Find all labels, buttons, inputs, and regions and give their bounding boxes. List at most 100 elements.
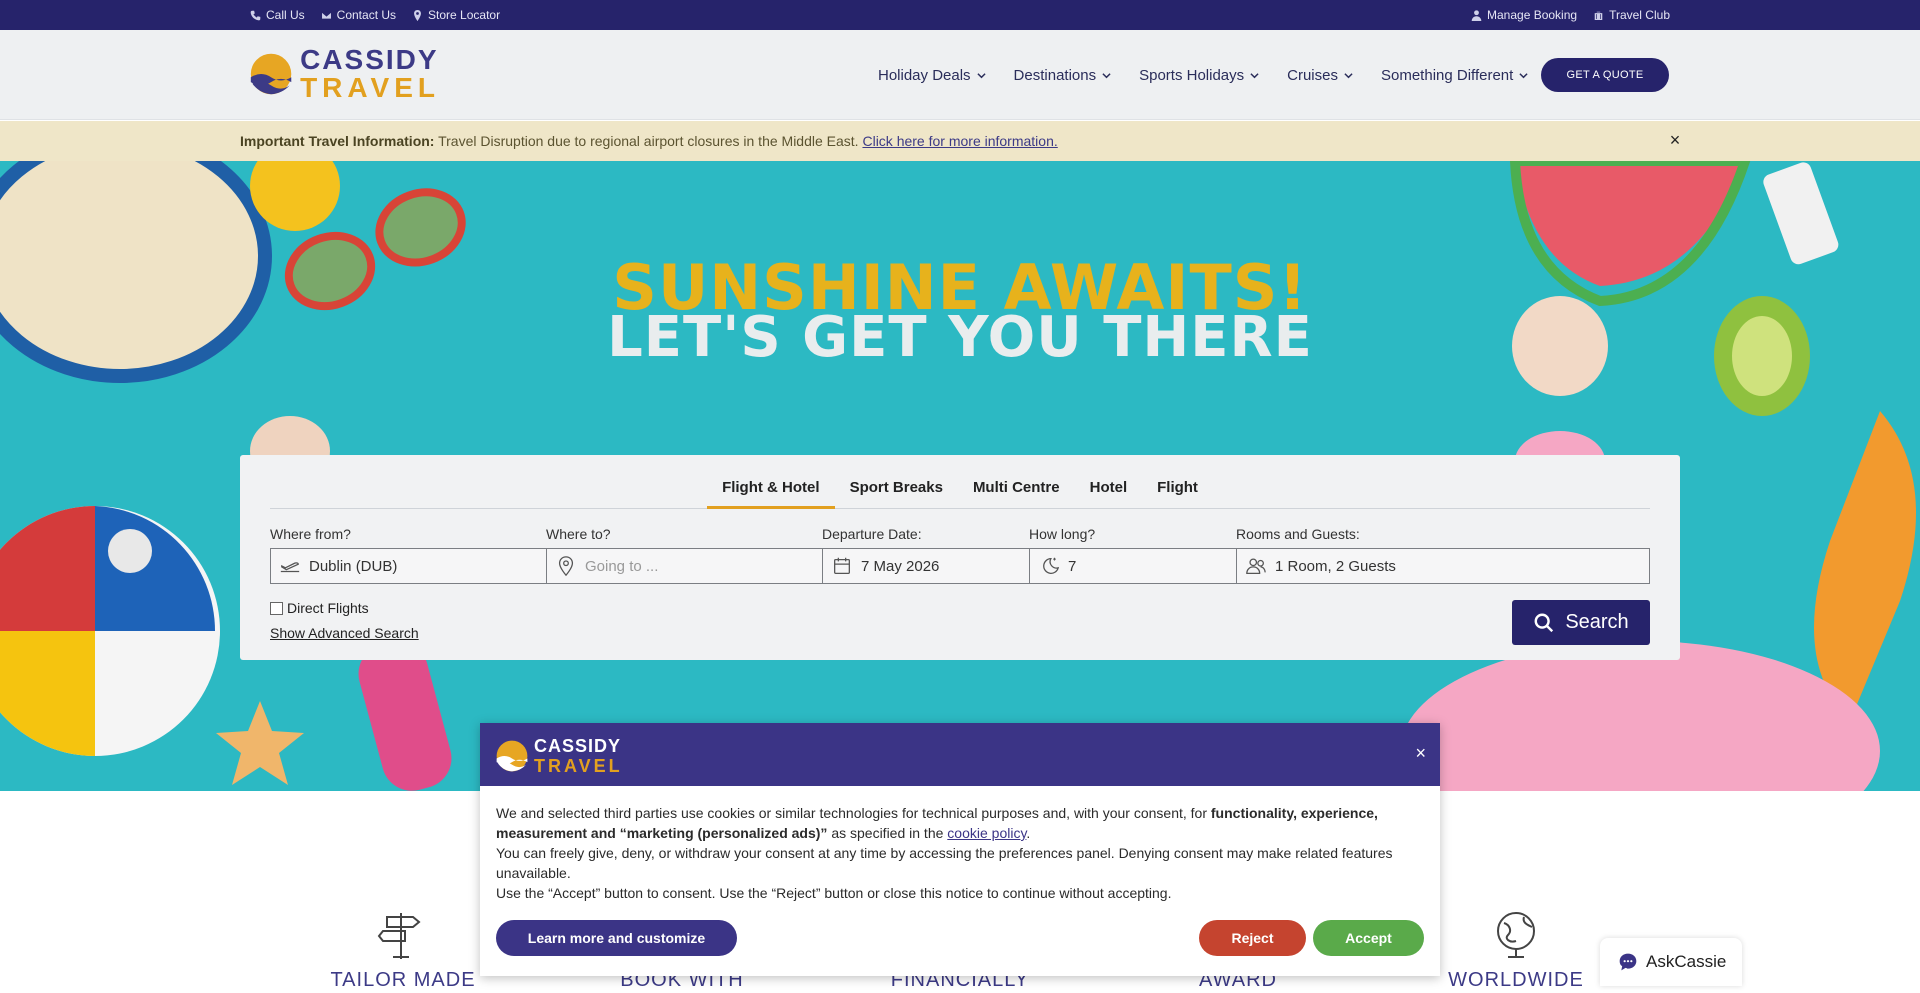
cookie-modal-header: CASSIDY TRAVEL × (480, 723, 1440, 786)
duration-field[interactable]: 7 (1029, 548, 1237, 584)
feature-label: TAILOR MADE (330, 969, 476, 989)
tab-multi-centre[interactable]: Multi Centre (958, 475, 1075, 509)
nav-sports-holidays[interactable]: Sports Holidays (1139, 67, 1259, 84)
banner-label: Important Travel Information: (240, 133, 435, 149)
cookie-modal-logo: CASSIDY TRAVEL (496, 737, 623, 775)
contact-us-link[interactable]: Contact Us (321, 8, 396, 22)
rooms-guests-field[interactable]: 1 Room, 2 Guests (1236, 548, 1650, 584)
cookie-logo-line2: TRAVEL (534, 756, 623, 776)
cookie-consent-modal: CASSIDY TRAVEL × We and selected third p… (480, 723, 1440, 976)
chevron-down-icon (1250, 72, 1259, 78)
nav-destinations[interactable]: Destinations (1014, 67, 1112, 84)
chevron-down-icon (1102, 72, 1111, 78)
globe-icon (1497, 912, 1535, 958)
tab-hotel[interactable]: Hotel (1075, 475, 1143, 509)
feature-worldwide: WORLDWIDE (1426, 909, 1606, 989)
travel-club-label: Travel Club (1609, 8, 1670, 22)
feature-label: WORLDWIDE (1448, 969, 1584, 989)
nav-label: Destinations (1013, 66, 1097, 84)
search-button-label: Search (1565, 611, 1629, 633)
to-label: Where to? (546, 526, 611, 542)
search-button[interactable]: Search (1512, 600, 1650, 645)
duration-label: How long? (1029, 526, 1096, 542)
search-icon (1534, 613, 1554, 632)
manage-booking-label: Manage Booking (1487, 8, 1578, 22)
date-label: Departure Date: (822, 526, 922, 542)
nav-label: Something Different (1381, 66, 1514, 84)
call-us-link[interactable]: Call Us (250, 8, 305, 22)
top-utility-bar: Call Us Contact Us Store Locator Manage … (0, 0, 1920, 30)
main-header: CASSIDY TRAVEL Holiday Deals Destination… (0, 30, 1920, 120)
date-value: 7 May 2026 (861, 557, 940, 575)
cookie-logo-line1: CASSIDY (534, 736, 622, 756)
tab-sport-breaks[interactable]: Sport Breaks (835, 475, 958, 509)
learn-more-customize-button[interactable]: Learn more and customize (496, 920, 737, 956)
guests-label: Rooms and Guests: (1236, 526, 1360, 542)
departure-date-field[interactable]: 7 May 2026 (822, 548, 1030, 584)
envelope-icon (321, 11, 332, 19)
nav-label: Holiday Deals (878, 66, 971, 84)
chevron-down-icon (1344, 72, 1353, 78)
user-icon (1471, 9, 1482, 21)
to-placeholder: Going to ... (585, 557, 659, 575)
guests-value: 1 Room, 2 Guests (1275, 557, 1396, 575)
calendar-icon (834, 557, 850, 574)
tab-flight-hotel[interactable]: Flight & Hotel (707, 475, 835, 509)
banner-text: Important Travel Information: Travel Dis… (240, 133, 1058, 149)
from-field[interactable]: Dublin (DUB) (270, 548, 547, 584)
search-tabs: Flight & Hotel Sport Breaks Multi Centre… (270, 475, 1650, 509)
store-locator-link[interactable]: Store Locator (412, 8, 500, 22)
manage-booking-link[interactable]: Manage Booking (1471, 8, 1577, 22)
direct-flights-option[interactable]: Direct Flights (270, 600, 369, 616)
advanced-search-link[interactable]: Show Advanced Search (270, 625, 419, 641)
site-logo[interactable]: CASSIDY TRAVEL (250, 44, 440, 104)
luggage-icon (1594, 10, 1604, 21)
sun-wave-logo-icon (250, 53, 292, 95)
call-us-label: Call Us (266, 8, 305, 22)
logo-line1: CASSIDY (300, 44, 439, 75)
contact-us-label: Contact Us (336, 8, 397, 22)
cookie-text: as specified in the (827, 825, 948, 841)
nav-holiday-deals[interactable]: Holiday Deals (878, 67, 986, 84)
cookie-paragraph-2: You can freely give, deny, or withdraw y… (496, 845, 1393, 881)
from-label: Where from? (270, 526, 351, 542)
chevron-down-icon (1519, 72, 1528, 78)
get-a-quote-button[interactable]: GET A QUOTE (1541, 58, 1669, 92)
holiday-search-panel: Flight & Hotel Sport Breaks Multi Centre… (240, 455, 1680, 660)
logo-line2: TRAVEL (300, 72, 440, 103)
banner-message: Travel Disruption due to regional airpor… (434, 133, 863, 149)
cookie-close-icon[interactable]: × (1415, 743, 1426, 764)
sun-wave-logo-icon (496, 740, 528, 772)
nav-cruises[interactable]: Cruises (1287, 67, 1353, 84)
banner-close-icon[interactable]: × (1665, 130, 1685, 150)
signpost-icon (377, 913, 421, 959)
cookie-text: . (1026, 825, 1031, 841)
travel-info-banner: Important Travel Information: Travel Dis… (0, 121, 1920, 161)
travel-club-link[interactable]: Travel Club (1593, 8, 1670, 22)
cookie-paragraph-1: We and selected third parties use cookie… (496, 803, 1416, 843)
tab-flight[interactable]: Flight (1142, 475, 1213, 509)
map-pin-icon (558, 556, 574, 577)
nav-something-different[interactable]: Something Different (1381, 67, 1528, 84)
main-nav: Holiday Deals Destinations Sports Holida… (878, 30, 1528, 120)
accept-button[interactable]: Accept (1313, 920, 1424, 956)
nav-label: Cruises (1287, 66, 1338, 84)
direct-flights-checkbox[interactable] (270, 601, 283, 615)
cookie-paragraph-3: Use the “Accept” button to consent. Use … (496, 885, 1172, 901)
phone-icon (250, 10, 261, 20)
askcassie-chat-button[interactable]: AskCassie (1600, 938, 1742, 986)
cookie-text: We and selected third parties use cookie… (496, 805, 1211, 821)
chevron-down-icon (976, 72, 986, 78)
feature-tailor-made: TAILOR MADE (313, 909, 493, 989)
nav-label: Sports Holidays (1139, 66, 1245, 84)
store-locator-label: Store Locator (428, 8, 501, 22)
chat-bubble-icon (1619, 953, 1637, 971)
cookie-policy-link[interactable]: cookie policy (947, 825, 1026, 841)
reject-button[interactable]: Reject (1199, 920, 1306, 956)
to-field[interactable]: Going to ... (546, 548, 823, 584)
plane-takeoff-icon (280, 562, 300, 573)
duration-value: 7 (1068, 557, 1077, 575)
map-pin-icon (414, 9, 421, 21)
moon-stars-icon (1043, 557, 1060, 574)
banner-more-info-link[interactable]: Click here for more information. (862, 133, 1057, 149)
